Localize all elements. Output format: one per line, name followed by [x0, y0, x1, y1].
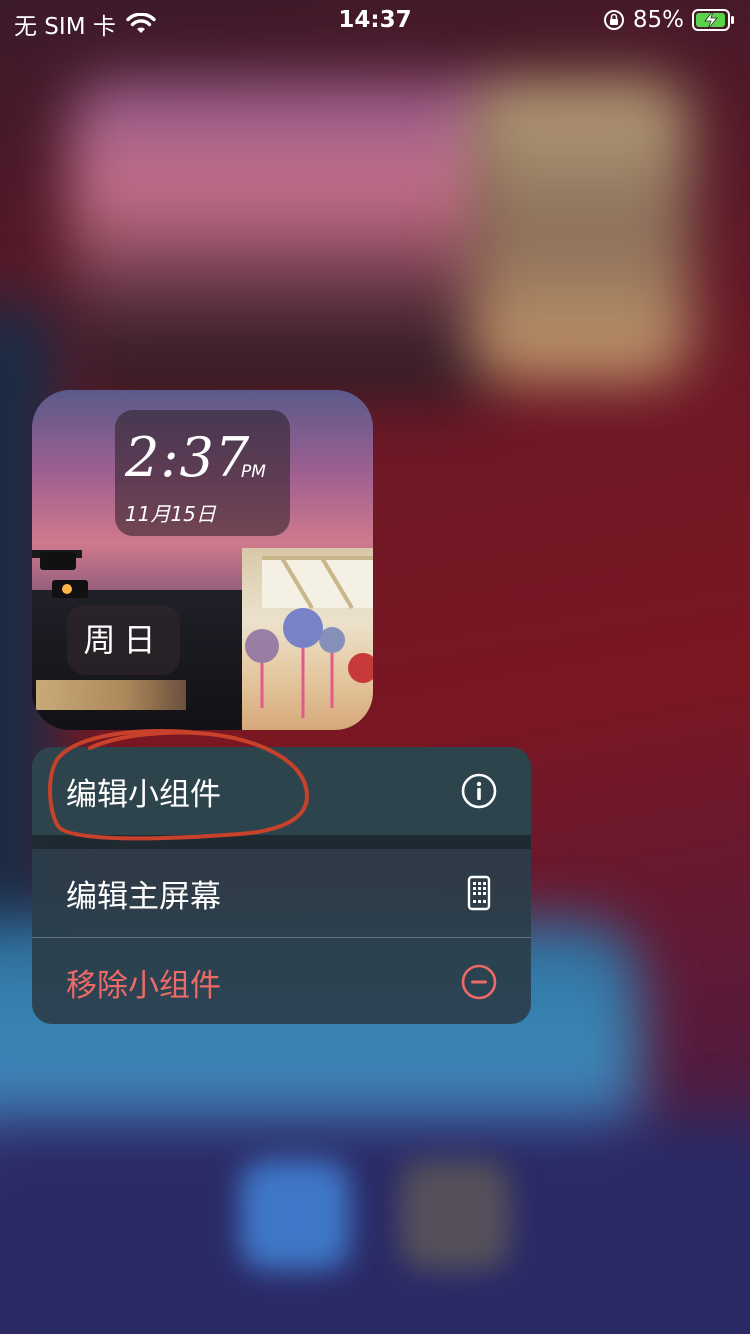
status-bar: 无 SIM 卡 14:37 85%	[0, 0, 750, 40]
traffic-signal	[40, 552, 76, 570]
traffic-light-glow	[62, 584, 72, 594]
clock-ampm: PM	[241, 462, 266, 482]
dock-app-icon	[400, 1160, 510, 1270]
weekday-overlay: 周日	[67, 605, 180, 675]
status-right: 85%	[603, 7, 736, 33]
wind-chimes-photo	[245, 556, 373, 718]
menu-item-edit-home-screen[interactable]: 编辑主屏幕	[32, 849, 531, 937]
blurred-widget	[70, 80, 500, 400]
photo-clock-widget[interactable]: 2:37 PM 11月15日 周日	[32, 390, 373, 730]
info-icon	[461, 773, 497, 809]
orientation-lock-icon	[603, 10, 624, 30]
phone-icon	[461, 875, 497, 911]
clock-time: 2:37	[125, 426, 251, 489]
home-screen: 无 SIM 卡 14:37 85% 2:37 PM 11月15日 周日 编辑小组…	[0, 0, 750, 1334]
annotation-circle	[48, 729, 309, 841]
battery-charging-icon	[692, 9, 734, 31]
minus-circle-icon	[461, 964, 497, 1000]
widget-photo-wind-chimes	[242, 548, 373, 730]
menu-item-label: 移除小组件	[66, 967, 221, 1004]
widget-photo-shop-lights	[36, 680, 186, 710]
dock-app-icon	[240, 1160, 350, 1270]
dock	[0, 1120, 750, 1334]
blurred-widget-right	[470, 80, 690, 380]
clock-date: 11月15日	[125, 502, 216, 526]
clock-overlay: 2:37 PM 11月15日	[115, 410, 290, 536]
menu-item-remove-widget[interactable]: 移除小组件	[32, 938, 531, 1024]
battery-percent: 85%	[632, 7, 684, 33]
menu-item-label: 编辑主屏幕	[66, 878, 221, 915]
